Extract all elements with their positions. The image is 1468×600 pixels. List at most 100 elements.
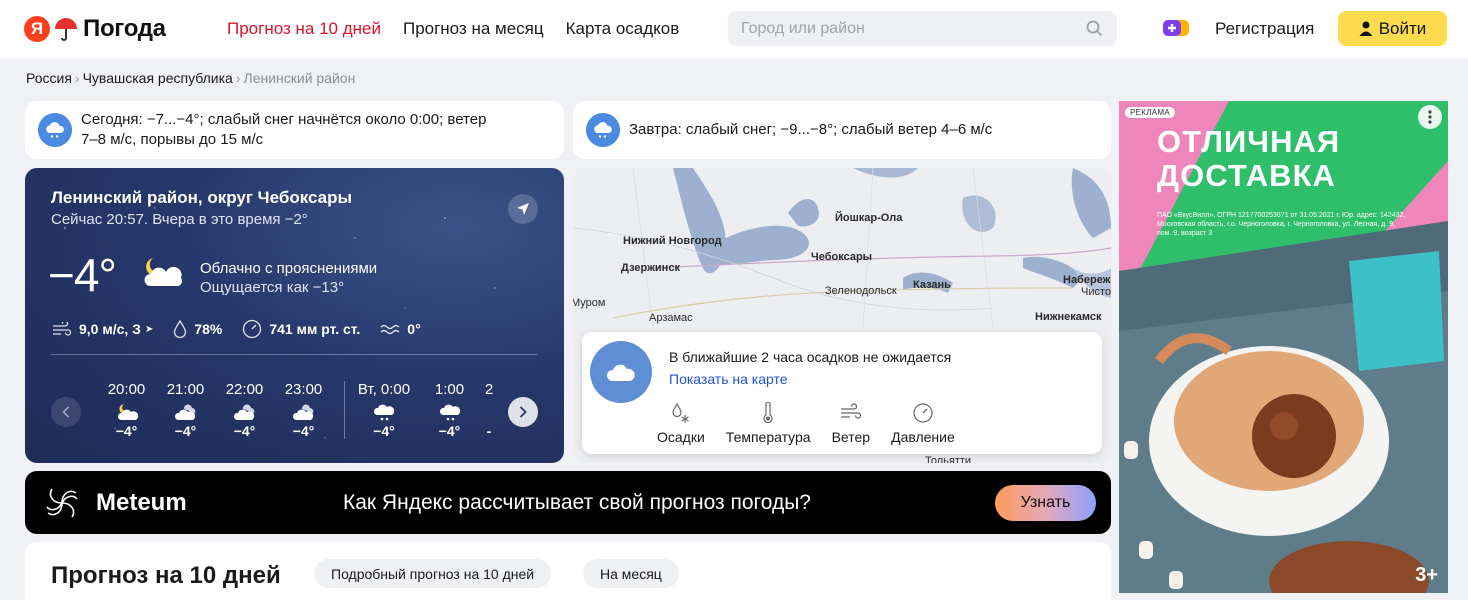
- chevron-left-icon: [62, 406, 70, 418]
- hour-item: 2 -: [479, 381, 499, 439]
- forecast-title: Прогноз на 10 дней: [51, 562, 281, 589]
- map-city-label: Арзамас: [649, 312, 693, 324]
- ad-menu-button[interactable]: [1418, 105, 1442, 129]
- current-weather-card: Ленинский район, округ Чебоксары Сейчас …: [25, 168, 564, 463]
- ad-label: РЕКЛАМА: [1125, 107, 1176, 118]
- show-on-map-link[interactable]: Показать на карте: [669, 371, 788, 387]
- map-city-label: Чисто: [1081, 286, 1111, 298]
- advertisement[interactable]: РЕКЛАМА ОТЛИЧНАЯ ДОСТАВКА ПАО «ВкусВилл»…: [1119, 101, 1448, 593]
- hourly-strip: 20:00 −4° 21:00 −4° 22:00 −4° 23:00 −4° …: [97, 381, 499, 439]
- learn-more-button[interactable]: Узнать: [995, 485, 1096, 521]
- humidity-param: 78%: [173, 320, 222, 338]
- layer-label: Ветер: [831, 429, 871, 445]
- feels-like: Ощущается как −13°: [200, 279, 345, 296]
- current-temperature: −4°: [48, 249, 117, 301]
- wind-value: 9,0 м/с, З: [79, 321, 141, 337]
- meteum-logo-icon: [46, 488, 78, 518]
- pressure-value: 741 мм рт. ст.: [269, 321, 361, 337]
- map-city-label: Зеленодольск: [825, 285, 897, 297]
- meteum-text: Как Яндекс рассчитывает свой прогноз пог…: [343, 491, 811, 514]
- ad-headline: ОТЛИЧНАЯ ДОСТАВКА: [1157, 124, 1341, 193]
- divider: [51, 354, 537, 355]
- geolocation-button[interactable]: [508, 194, 538, 224]
- map-layer-switcher: Осадки Температура Ветер Давление: [657, 402, 976, 445]
- condition-text: Облачно с прояснениями: [200, 260, 378, 277]
- nav-month[interactable]: Прогноз на месяц: [403, 19, 544, 39]
- month-forecast-chip[interactable]: На месяц: [583, 559, 679, 588]
- location-arrow-icon: [517, 203, 529, 215]
- breadcrumb-region[interactable]: Чувашская республика: [83, 70, 233, 86]
- login-button[interactable]: Войти: [1338, 11, 1447, 46]
- logo[interactable]: Я Погода: [24, 14, 166, 44]
- nav-precip-map[interactable]: Карта осадков: [566, 19, 680, 39]
- more-vertical-icon: [1428, 110, 1432, 124]
- layer-pressure[interactable]: Давление: [891, 402, 955, 445]
- layer-temperature[interactable]: Температура: [726, 402, 811, 445]
- hour-temp: -: [486, 423, 492, 439]
- current-time: Сейчас 20:57. Вчера в это время −2°: [51, 211, 308, 228]
- chevron-right-icon: [519, 406, 527, 418]
- humidity-value: 78%: [194, 321, 223, 337]
- layer-wind[interactable]: Ветер: [831, 402, 871, 445]
- hours-next-button[interactable]: [508, 397, 538, 427]
- breadcrumb-district: Ленинский район: [243, 70, 356, 86]
- cloudy-icon: [174, 404, 195, 420]
- login-label: Войти: [1378, 18, 1427, 38]
- header: Я Погода Прогноз на 10 дней Прогноз на м…: [0, 0, 1468, 58]
- wind-param: 9,0 м/с, З ➤: [52, 321, 153, 337]
- hour-time: 21:00: [166, 381, 205, 398]
- umbrella-icon: [55, 18, 77, 41]
- hour-time: 20:00: [107, 381, 146, 398]
- register-link[interactable]: Регистрация: [1215, 19, 1314, 39]
- layer-precipitation[interactable]: Осадки: [657, 402, 705, 445]
- snow-cloud-icon: [586, 113, 620, 147]
- snow-icon: [373, 404, 395, 421]
- search-box: [728, 11, 1117, 46]
- cloudy-icon: [292, 404, 313, 420]
- map-city-label: Муром: [573, 297, 606, 309]
- hours-prev-button[interactable]: [51, 397, 81, 427]
- meteum-banner[interactable]: Meteum Как Яндекс рассчитывает свой прог…: [25, 471, 1111, 534]
- pressure-icon: [243, 319, 262, 339]
- layer-label: Давление: [891, 429, 955, 445]
- layer-label: Температура: [725, 429, 811, 445]
- search-icon[interactable]: [1086, 20, 1103, 37]
- breadcrumb-country[interactable]: Россия: [26, 70, 72, 86]
- precipitation-map[interactable]: Йошкар-Ола Нижний Новгород Дзержинск Чеб…: [573, 168, 1111, 463]
- alert-tomorrow[interactable]: Завтра: слабый снег; −9...−8°; слабый ве…: [573, 101, 1111, 159]
- pressure-param: 741 мм рт. ст.: [242, 319, 360, 339]
- search-input[interactable]: [728, 11, 1068, 46]
- hour-temp: −4°: [174, 423, 197, 439]
- nav-10-days[interactable]: Прогноз на 10 дней: [227, 19, 381, 39]
- map-city-label: Йошкар-Ола: [835, 212, 903, 224]
- detailed-forecast-chip[interactable]: Подробный прогноз на 10 дней: [314, 559, 552, 588]
- alert-today[interactable]: Сегодня: −7...−4°; слабый снег начнётся …: [25, 101, 564, 159]
- hour-time: 2: [484, 381, 494, 398]
- hour-temp: −4°: [438, 423, 461, 439]
- wind-icon: [840, 403, 861, 419]
- hour-temp: −4°: [115, 423, 138, 439]
- map-city-label: Нижний Новгород: [623, 235, 722, 247]
- yandex-logo-icon: Я: [24, 16, 50, 42]
- weather-params: 9,0 м/с, З ➤ 78% 741 мм рт. ст. 0°: [52, 319, 441, 339]
- map-city-label: Тольятти: [925, 455, 972, 463]
- alert-tomorrow-text: Завтра: слабый снег; −9...−8°; слабый ве…: [629, 121, 993, 138]
- water-temp-icon: [380, 324, 400, 335]
- map-city-label: Набереж: [1063, 274, 1111, 286]
- precipitation-message: В ближайшие 2 часа осадков не ожидается: [669, 349, 952, 365]
- main-nav: Прогноз на 10 дней Прогноз на месяц Карт…: [227, 19, 679, 39]
- humidity-icon: [174, 320, 187, 338]
- meteum-name: Meteum: [96, 489, 187, 516]
- partly-cloudy-night-icon: [117, 404, 138, 420]
- map-city-label: Казань: [913, 279, 951, 291]
- ad-legal-text: ПАО «ВкусВилл», ОГРН 1217700253671 от 31…: [1157, 212, 1406, 237]
- age-rating: 3+: [1415, 564, 1438, 586]
- alert-today-text: Сегодня: −7...−4°; слабый снег начнётся …: [81, 111, 487, 148]
- yandex-plus-icon[interactable]: [1161, 18, 1191, 38]
- breadcrumb: Россия › Чувашская республика › Ленинский ра…: [26, 70, 356, 86]
- partly-cloudy-night-icon: [144, 258, 183, 286]
- forecast-section: Прогноз на 10 дней Подробный прогноз на …: [25, 542, 1111, 600]
- hour-time: 1:00: [434, 381, 465, 398]
- thermometer-icon: [763, 402, 773, 423]
- snow-cloud-icon: [38, 113, 72, 147]
